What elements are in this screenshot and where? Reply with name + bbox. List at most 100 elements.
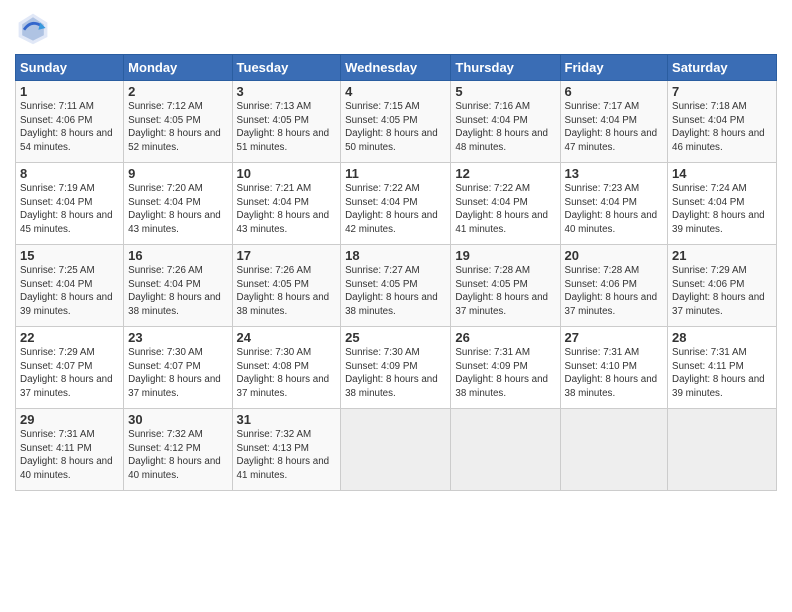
week-row-1: 1Sunrise: 7:11 AM Sunset: 4:06 PM Daylig… [16,81,777,163]
day-number: 20 [565,248,664,263]
day-number: 13 [565,166,664,181]
day-cell: 13Sunrise: 7:23 AM Sunset: 4:04 PM Dayli… [560,163,668,245]
day-cell: 20Sunrise: 7:28 AM Sunset: 4:06 PM Dayli… [560,245,668,327]
calendar-header: SundayMondayTuesdayWednesdayThursdayFrid… [16,55,777,81]
day-number: 24 [237,330,337,345]
day-cell: 8Sunrise: 7:19 AM Sunset: 4:04 PM Daylig… [16,163,124,245]
day-info: Sunrise: 7:28 AM Sunset: 4:05 PM Dayligh… [455,264,555,319]
day-cell: 4Sunrise: 7:15 AM Sunset: 4:05 PM Daylig… [341,81,451,163]
day-cell: 23Sunrise: 7:30 AM Sunset: 4:07 PM Dayli… [124,327,232,409]
day-info: Sunrise: 7:30 AM Sunset: 4:08 PM Dayligh… [237,346,337,401]
day-cell: 30Sunrise: 7:32 AM Sunset: 4:12 PM Dayli… [124,409,232,491]
day-cell: 3Sunrise: 7:13 AM Sunset: 4:05 PM Daylig… [232,81,341,163]
day-info: Sunrise: 7:24 AM Sunset: 4:04 PM Dayligh… [672,182,772,237]
day-info: Sunrise: 7:22 AM Sunset: 4:04 PM Dayligh… [455,182,555,237]
day-cell [668,409,777,491]
day-info: Sunrise: 7:12 AM Sunset: 4:05 PM Dayligh… [128,100,227,155]
day-number: 9 [128,166,227,181]
day-cell: 27Sunrise: 7:31 AM Sunset: 4:10 PM Dayli… [560,327,668,409]
day-number: 15 [20,248,119,263]
day-info: Sunrise: 7:17 AM Sunset: 4:04 PM Dayligh… [565,100,664,155]
day-cell: 10Sunrise: 7:21 AM Sunset: 4:04 PM Dayli… [232,163,341,245]
day-cell: 5Sunrise: 7:16 AM Sunset: 4:04 PM Daylig… [451,81,560,163]
day-number: 19 [455,248,555,263]
day-number: 2 [128,84,227,99]
day-cell: 16Sunrise: 7:26 AM Sunset: 4:04 PM Dayli… [124,245,232,327]
day-info: Sunrise: 7:23 AM Sunset: 4:04 PM Dayligh… [565,182,664,237]
day-info: Sunrise: 7:31 AM Sunset: 4:11 PM Dayligh… [20,428,119,483]
day-header-monday: Monday [124,55,232,81]
day-number: 23 [128,330,227,345]
day-number: 31 [237,412,337,427]
days-of-week-row: SundayMondayTuesdayWednesdayThursdayFrid… [16,55,777,81]
day-info: Sunrise: 7:28 AM Sunset: 4:06 PM Dayligh… [565,264,664,319]
day-cell: 28Sunrise: 7:31 AM Sunset: 4:11 PM Dayli… [668,327,777,409]
day-cell [560,409,668,491]
header [15,10,777,46]
day-cell: 19Sunrise: 7:28 AM Sunset: 4:05 PM Dayli… [451,245,560,327]
day-info: Sunrise: 7:13 AM Sunset: 4:05 PM Dayligh… [237,100,337,155]
day-number: 17 [237,248,337,263]
day-header-tuesday: Tuesday [232,55,341,81]
day-info: Sunrise: 7:25 AM Sunset: 4:04 PM Dayligh… [20,264,119,319]
day-info: Sunrise: 7:21 AM Sunset: 4:04 PM Dayligh… [237,182,337,237]
day-number: 5 [455,84,555,99]
day-info: Sunrise: 7:22 AM Sunset: 4:04 PM Dayligh… [345,182,446,237]
day-number: 30 [128,412,227,427]
logo [15,10,55,46]
day-info: Sunrise: 7:16 AM Sunset: 4:04 PM Dayligh… [455,100,555,155]
day-cell: 7Sunrise: 7:18 AM Sunset: 4:04 PM Daylig… [668,81,777,163]
day-cell: 15Sunrise: 7:25 AM Sunset: 4:04 PM Dayli… [16,245,124,327]
day-number: 1 [20,84,119,99]
page-container: SundayMondayTuesdayWednesdayThursdayFrid… [0,0,792,496]
day-info: Sunrise: 7:19 AM Sunset: 4:04 PM Dayligh… [20,182,119,237]
day-number: 22 [20,330,119,345]
day-number: 10 [237,166,337,181]
day-number: 8 [20,166,119,181]
day-cell: 11Sunrise: 7:22 AM Sunset: 4:04 PM Dayli… [341,163,451,245]
day-info: Sunrise: 7:29 AM Sunset: 4:07 PM Dayligh… [20,346,119,401]
day-number: 28 [672,330,772,345]
day-number: 11 [345,166,446,181]
day-number: 26 [455,330,555,345]
day-cell: 21Sunrise: 7:29 AM Sunset: 4:06 PM Dayli… [668,245,777,327]
day-cell: 22Sunrise: 7:29 AM Sunset: 4:07 PM Dayli… [16,327,124,409]
day-number: 27 [565,330,664,345]
calendar-table: SundayMondayTuesdayWednesdayThursdayFrid… [15,54,777,491]
day-cell: 31Sunrise: 7:32 AM Sunset: 4:13 PM Dayli… [232,409,341,491]
day-number: 12 [455,166,555,181]
day-cell: 25Sunrise: 7:30 AM Sunset: 4:09 PM Dayli… [341,327,451,409]
day-cell: 14Sunrise: 7:24 AM Sunset: 4:04 PM Dayli… [668,163,777,245]
day-number: 18 [345,248,446,263]
week-row-3: 15Sunrise: 7:25 AM Sunset: 4:04 PM Dayli… [16,245,777,327]
day-cell [451,409,560,491]
day-info: Sunrise: 7:30 AM Sunset: 4:07 PM Dayligh… [128,346,227,401]
logo-icon [15,10,51,46]
day-info: Sunrise: 7:27 AM Sunset: 4:05 PM Dayligh… [345,264,446,319]
day-number: 21 [672,248,772,263]
day-info: Sunrise: 7:26 AM Sunset: 4:04 PM Dayligh… [128,264,227,319]
day-info: Sunrise: 7:15 AM Sunset: 4:05 PM Dayligh… [345,100,446,155]
day-number: 6 [565,84,664,99]
day-info: Sunrise: 7:31 AM Sunset: 4:10 PM Dayligh… [565,346,664,401]
day-info: Sunrise: 7:26 AM Sunset: 4:05 PM Dayligh… [237,264,337,319]
day-info: Sunrise: 7:30 AM Sunset: 4:09 PM Dayligh… [345,346,446,401]
day-cell: 18Sunrise: 7:27 AM Sunset: 4:05 PM Dayli… [341,245,451,327]
day-info: Sunrise: 7:31 AM Sunset: 4:11 PM Dayligh… [672,346,772,401]
day-cell: 24Sunrise: 7:30 AM Sunset: 4:08 PM Dayli… [232,327,341,409]
day-info: Sunrise: 7:32 AM Sunset: 4:13 PM Dayligh… [237,428,337,483]
day-info: Sunrise: 7:20 AM Sunset: 4:04 PM Dayligh… [128,182,227,237]
day-header-sunday: Sunday [16,55,124,81]
day-number: 25 [345,330,446,345]
day-header-friday: Friday [560,55,668,81]
day-cell [341,409,451,491]
day-cell: 26Sunrise: 7:31 AM Sunset: 4:09 PM Dayli… [451,327,560,409]
day-number: 29 [20,412,119,427]
day-number: 16 [128,248,227,263]
day-info: Sunrise: 7:29 AM Sunset: 4:06 PM Dayligh… [672,264,772,319]
calendar-body: 1Sunrise: 7:11 AM Sunset: 4:06 PM Daylig… [16,81,777,491]
day-cell: 2Sunrise: 7:12 AM Sunset: 4:05 PM Daylig… [124,81,232,163]
day-info: Sunrise: 7:18 AM Sunset: 4:04 PM Dayligh… [672,100,772,155]
day-cell: 9Sunrise: 7:20 AM Sunset: 4:04 PM Daylig… [124,163,232,245]
day-cell: 1Sunrise: 7:11 AM Sunset: 4:06 PM Daylig… [16,81,124,163]
